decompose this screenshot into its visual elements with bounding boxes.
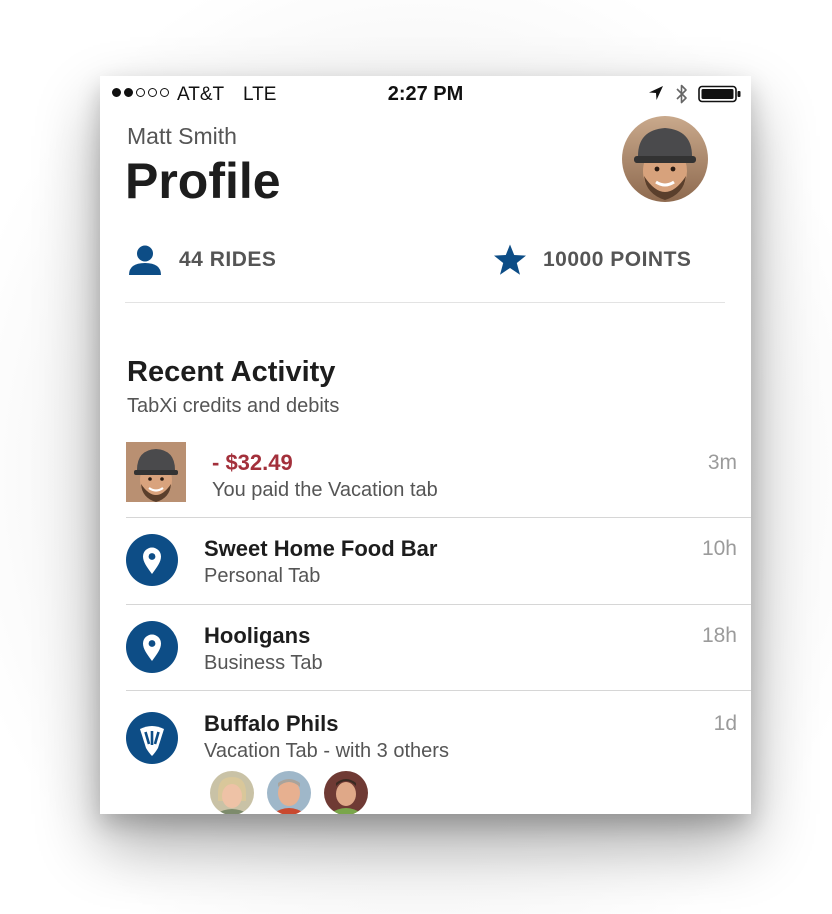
activity-time: 1d <box>713 712 737 735</box>
activity-time: 18h <box>701 624 737 647</box>
row-divider <box>126 604 751 605</box>
activity-title: Sweet Home Food Bar <box>204 536 438 561</box>
map-pin-icon <box>126 534 178 586</box>
activity-item-sweet-home[interactable]: Sweet Home Food Bar Personal Tab 10h <box>100 532 751 604</box>
person-icon <box>129 245 161 275</box>
activity-subtitle: You paid the Vacation tab <box>212 479 438 501</box>
debit-amount: - $32.49 <box>212 450 293 475</box>
rides-stat[interactable]: 44 RIDES <box>128 242 276 278</box>
activity-item-hooligans[interactable]: Hooligans Business Tab 18h <box>100 619 751 691</box>
points-stat[interactable]: 10000 POINTS <box>493 242 691 278</box>
activity-time: 3m <box>707 451 737 474</box>
activity-item-buffalo-phils[interactable]: Buffalo Phils Vacation Tab - with 3 othe… <box>100 706 751 814</box>
points-label: 10000 POINTS <box>543 248 692 271</box>
section-subtitle: TabXi credits and debits <box>127 395 340 417</box>
activity-subtitle: Vacation Tab - with 3 others <box>204 740 449 762</box>
member-avatar[interactable] <box>324 771 368 814</box>
page-title: Profile <box>125 153 281 209</box>
phone-screen: AT&T LTE 2:27 PM Matt Smith Profile 44 R… <box>100 76 751 814</box>
bluetooth-icon <box>676 84 687 104</box>
vacation-badge-icon <box>126 712 178 764</box>
section-title: Recent Activity <box>127 356 336 388</box>
location-arrow-icon <box>649 86 663 100</box>
activity-subtitle: Personal Tab <box>204 565 321 587</box>
activity-item-debit[interactable]: - $32.49 You paid the Vacation tab 3m <box>100 442 751 518</box>
activity-title: Buffalo Phils <box>204 711 339 736</box>
stats-divider <box>125 302 725 303</box>
member-avatar[interactable] <box>210 771 254 814</box>
rides-label: 44 RIDES <box>179 248 277 271</box>
user-photo <box>126 442 186 502</box>
user-name: Matt Smith <box>127 123 237 149</box>
star-icon <box>494 244 526 275</box>
status-bar: AT&T LTE 2:27 PM <box>100 76 751 112</box>
member-avatar[interactable] <box>267 771 311 814</box>
row-divider <box>126 690 751 691</box>
profile-avatar[interactable] <box>622 116 708 202</box>
battery-icon <box>698 85 741 103</box>
activity-title: Hooligans <box>204 623 311 648</box>
map-pin-icon <box>126 621 178 673</box>
row-divider <box>126 517 751 518</box>
activity-subtitle: Business Tab <box>204 652 323 674</box>
activity-time: 10h <box>701 537 737 560</box>
